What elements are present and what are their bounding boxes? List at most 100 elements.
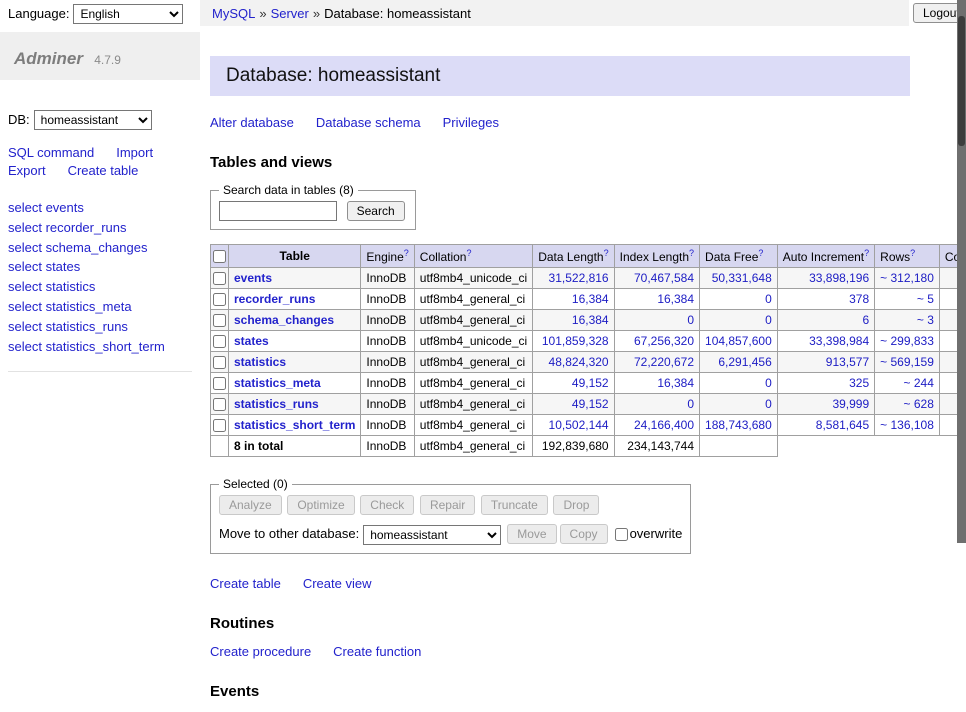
sort-index-length-link[interactable]: Index Length — [620, 250, 689, 264]
sidebar-item-select-events[interactable]: select events — [8, 198, 192, 218]
privileges-link[interactable]: Privileges — [443, 115, 499, 130]
engine-cell: InnoDB — [361, 268, 414, 289]
move-button[interactable]: Move — [507, 524, 556, 544]
row-checkbox[interactable] — [213, 335, 226, 348]
sort-collation-link[interactable]: Collation — [420, 250, 467, 264]
create-view-link[interactable]: Create view — [303, 576, 372, 591]
check-button[interactable]: Check — [360, 495, 414, 515]
sidebar-item-select-recorder-runs[interactable]: select recorder_runs — [8, 218, 192, 238]
table-name-link[interactable]: recorder_runs — [234, 292, 315, 306]
search-button[interactable]: Search — [347, 201, 405, 221]
create-table-link-sidebar[interactable]: Create table — [68, 163, 139, 178]
help-icon[interactable]: ? — [864, 248, 869, 258]
collation-cell: utf8mb4_general_ci — [414, 310, 532, 331]
table-name-link[interactable]: statistics_short_term — [234, 418, 355, 432]
collation-cell: utf8mb4_general_ci — [414, 373, 532, 394]
help-icon[interactable]: ? — [466, 248, 471, 258]
row-checkbox[interactable] — [213, 419, 226, 432]
sidebar-item-select-statistics-meta[interactable]: select statistics_meta — [8, 298, 192, 318]
select-all-checkbox[interactable] — [213, 250, 226, 263]
language-select[interactable]: English — [73, 4, 183, 24]
table-name-link[interactable]: states — [234, 334, 269, 348]
breadcrumb-mysql-link[interactable]: MySQL — [212, 6, 255, 21]
create-procedure-link[interactable]: Create procedure — [210, 644, 311, 659]
breadcrumb-separator: » — [313, 6, 320, 21]
sort-auto-increment-link[interactable]: Auto Increment — [783, 250, 864, 264]
row-checkbox[interactable] — [213, 314, 226, 327]
overwrite-checkbox[interactable] — [615, 528, 628, 541]
sidebar-item-select-states[interactable]: select states — [8, 258, 192, 278]
row-checkbox[interactable] — [213, 272, 226, 285]
move-database-select[interactable]: homeassistant — [363, 525, 501, 545]
alter-database-link[interactable]: Alter database — [210, 115, 294, 130]
vertical-scrollbar[interactable] — [957, 0, 966, 543]
table-name-link[interactable]: statistics_runs — [234, 397, 319, 411]
row-checkbox-cell — [211, 352, 229, 373]
sidebar-item-select-statistics[interactable]: select statistics — [8, 278, 192, 298]
db-selector-row: DB: homeassistant — [8, 110, 192, 130]
auto-increment-cell: 6 — [777, 310, 874, 331]
table-name-link[interactable]: schema_changes — [234, 313, 334, 327]
help-icon[interactable]: ? — [404, 248, 409, 258]
sidebar-item-select-schema-changes[interactable]: select schema_changes — [8, 238, 192, 258]
sidebar-item-select-statistics-short-term[interactable]: select statistics_short_term — [8, 337, 192, 357]
help-icon[interactable]: ? — [758, 248, 763, 258]
create-function-link[interactable]: Create function — [333, 644, 421, 659]
row-checkbox[interactable] — [213, 293, 226, 306]
breadcrumb: MySQL»Server»Database: homeassistant — [200, 0, 909, 26]
row-checkbox[interactable] — [213, 377, 226, 390]
db-select[interactable]: homeassistant — [34, 110, 152, 130]
engine-cell: InnoDB — [361, 373, 414, 394]
drop-button[interactable]: Drop — [553, 495, 599, 515]
table-name-link[interactable]: events — [234, 271, 272, 285]
sort-engine-link[interactable]: Engine — [366, 250, 403, 264]
table-row: schema_changes InnoDB utf8mb4_general_ci… — [211, 310, 966, 331]
sort-rows-link[interactable]: Rows — [880, 250, 910, 264]
row-checkbox[interactable] — [213, 356, 226, 369]
collation-cell: utf8mb4_general_ci — [414, 289, 532, 310]
help-icon[interactable]: ? — [604, 248, 609, 258]
total-checkbox-cell — [211, 436, 229, 457]
sort-table-link[interactable]: Table — [279, 249, 309, 263]
export-link[interactable]: Export — [8, 163, 46, 178]
db-label: DB: — [8, 112, 30, 127]
total-index-length: 234,143,744 — [614, 436, 699, 457]
scrollbar-thumb[interactable] — [958, 16, 965, 146]
engine-cell: InnoDB — [361, 289, 414, 310]
help-icon[interactable]: ? — [910, 248, 915, 258]
create-table-link[interactable]: Create table — [210, 576, 281, 591]
sidebar-table-list: select events select recorder_runs selec… — [8, 198, 192, 372]
total-label: 8 in total — [229, 436, 361, 457]
data-length-cell: 49,152 — [533, 394, 614, 415]
index-length-cell: 16,384 — [614, 373, 699, 394]
copy-button[interactable]: Copy — [560, 524, 608, 544]
table-name-link[interactable]: statistics_meta — [234, 376, 321, 390]
repair-button[interactable]: Repair — [420, 495, 475, 515]
column-header-index-length: Index Length? — [614, 245, 699, 268]
table-header-row: Table Engine? Collation? Data Length? In… — [211, 245, 966, 268]
engine-cell: InnoDB — [361, 415, 414, 436]
table-row: states InnoDB utf8mb4_unicode_ci 101,859… — [211, 331, 966, 352]
breadcrumb-server-link[interactable]: Server — [271, 6, 309, 21]
optimize-button[interactable]: Optimize — [287, 495, 354, 515]
import-link[interactable]: Import — [116, 145, 153, 160]
database-schema-link[interactable]: Database schema — [316, 115, 421, 130]
sidebar-item-select-statistics-runs[interactable]: select statistics_runs — [8, 317, 192, 337]
create-links: Create table Create view — [210, 576, 966, 591]
search-input[interactable] — [219, 201, 337, 221]
index-length-cell: 67,256,320 — [614, 331, 699, 352]
truncate-button[interactable]: Truncate — [481, 495, 548, 515]
sql-command-link[interactable]: SQL command — [8, 145, 94, 160]
row-checkbox-cell — [211, 373, 229, 394]
table-name-link[interactable]: statistics — [234, 355, 286, 369]
data-length-cell: 10,502,144 — [533, 415, 614, 436]
data-length-cell: 16,384 — [533, 289, 614, 310]
sort-data-free-link[interactable]: Data Free — [705, 250, 758, 264]
routines-heading: Routines — [210, 615, 966, 632]
column-header-data-free: Data Free? — [700, 245, 778, 268]
data-length-cell: 48,824,320 — [533, 352, 614, 373]
row-checkbox[interactable] — [213, 398, 226, 411]
analyze-button[interactable]: Analyze — [219, 495, 282, 515]
sort-data-length-link[interactable]: Data Length — [538, 250, 603, 264]
help-icon[interactable]: ? — [689, 248, 694, 258]
